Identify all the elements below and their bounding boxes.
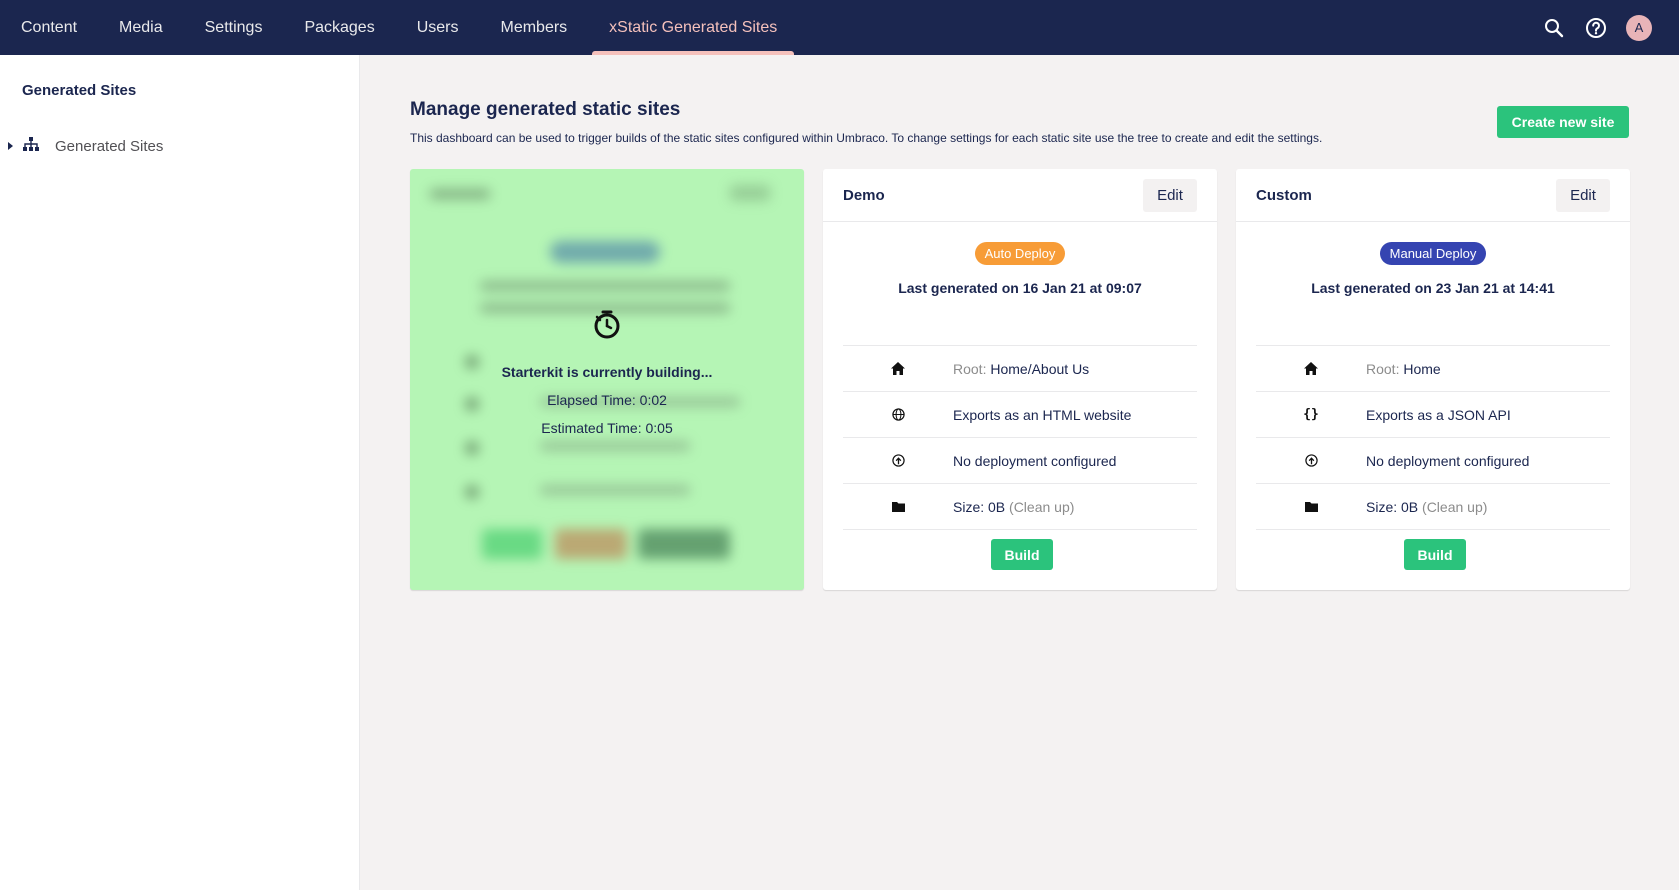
clean-up-link[interactable]: (Clean up) [1422,499,1487,515]
help-icon[interactable] [1584,16,1608,40]
nav-packages[interactable]: Packages [283,0,395,55]
deploy-row: No deployment configured [1256,438,1610,484]
building-overlay: Starterkit is currently building... Elap… [410,169,804,590]
nav-users[interactable]: Users [396,0,480,55]
search-icon[interactable] [1542,16,1566,40]
page-title: Manage generated static sites [410,99,681,120]
root-value: Home/About Us [990,360,1090,377]
braces-icon: {} [1303,407,1319,422]
build-button[interactable]: Build [991,539,1053,570]
root-value: Home [1403,360,1441,377]
building-status: Starterkit is currently building... [501,364,713,380]
export-type: Exports as an HTML website [953,406,1132,423]
globe-icon [843,408,953,421]
root-label: Root: [953,360,987,377]
page-description: This dashboard can be used to trigger bu… [410,131,1323,145]
folder-icon [843,501,953,512]
nav-members[interactable]: Members [479,0,588,55]
home-icon [1256,362,1366,375]
deploy-row: No deployment configured [843,438,1197,484]
size-row: Size: 0B (Clean up) [843,484,1197,530]
site-card-demo: Demo Edit Auto Deploy Last generated on … [823,169,1217,590]
home-icon [843,362,953,375]
top-icons: A [1542,0,1679,55]
edit-button[interactable]: Edit [1143,178,1197,212]
card-header: Demo Edit [823,169,1217,222]
create-new-site-button[interactable]: Create new site [1497,106,1629,138]
export-type: Exports as a JSON API [1366,406,1511,423]
site-details: Root: Home/About Us Exports as an HTML w… [843,345,1197,530]
deployment-status: No deployment configured [1366,452,1530,469]
sitemap-icon [23,137,39,155]
nav-media[interactable]: Media [98,0,184,55]
upload-icon [843,454,953,467]
edit-button[interactable]: Edit [1556,178,1610,212]
upload-icon [1256,454,1366,467]
root-row: Root: Home [1256,346,1610,392]
site-size: Size: 0B [1366,498,1419,515]
card-header: Custom Edit [1236,169,1630,222]
root-row: Root: Home/About Us [843,346,1197,392]
main-nav: Content Media Settings Packages Users Me… [0,0,798,55]
nav-settings[interactable]: Settings [184,0,284,55]
stopwatch-icon [593,309,621,344]
build-button[interactable]: Build [1404,539,1466,570]
sidebar: Generated Sites Generated Sites [0,55,360,890]
folder-icon [1256,501,1366,512]
estimated-time: Estimated Time: 0:05 [541,420,673,436]
deployment-status: No deployment configured [953,452,1117,469]
caret-right-icon[interactable] [8,142,13,150]
user-avatar[interactable]: A [1626,14,1652,41]
last-generated: Last generated on 23 Jan 21 at 14:41 [1311,280,1555,296]
dashboard-main: Manage generated static sites This dashb… [360,55,1679,890]
export-row: Exports as an HTML website [843,392,1197,438]
clean-up-link[interactable]: (Clean up) [1009,499,1074,515]
sidebar-title: Generated Sites [22,82,137,99]
deploy-badge: Manual Deploy [1379,242,1487,265]
tree-item-label: Generated Sites [55,137,164,155]
export-row: {} Exports as a JSON API [1256,392,1610,438]
deploy-badge: Auto Deploy [974,242,1066,265]
site-details: Root: Home {} Exports as a JSON API No d… [1256,345,1610,530]
site-name: Custom [1256,186,1312,204]
size-row: Size: 0B (Clean up) [1256,484,1610,530]
root-label: Root: [1366,360,1400,377]
last-generated: Last generated on 16 Jan 21 at 09:07 [898,280,1142,296]
site-size: Size: 0B [953,498,1006,515]
nav-content[interactable]: Content [0,0,98,55]
tree-item-generated-sites[interactable]: Generated Sites [8,137,163,155]
top-navigation-bar: Content Media Settings Packages Users Me… [0,0,1679,55]
elapsed-time: Elapsed Time: 0:02 [547,392,667,408]
site-card-building: Starterkit is currently building... Elap… [410,169,804,590]
nav-xstatic-generated-sites[interactable]: xStatic Generated Sites [588,0,798,55]
site-name: Demo [843,186,885,204]
site-card-custom: Custom Edit Manual Deploy Last generated… [1236,169,1630,590]
